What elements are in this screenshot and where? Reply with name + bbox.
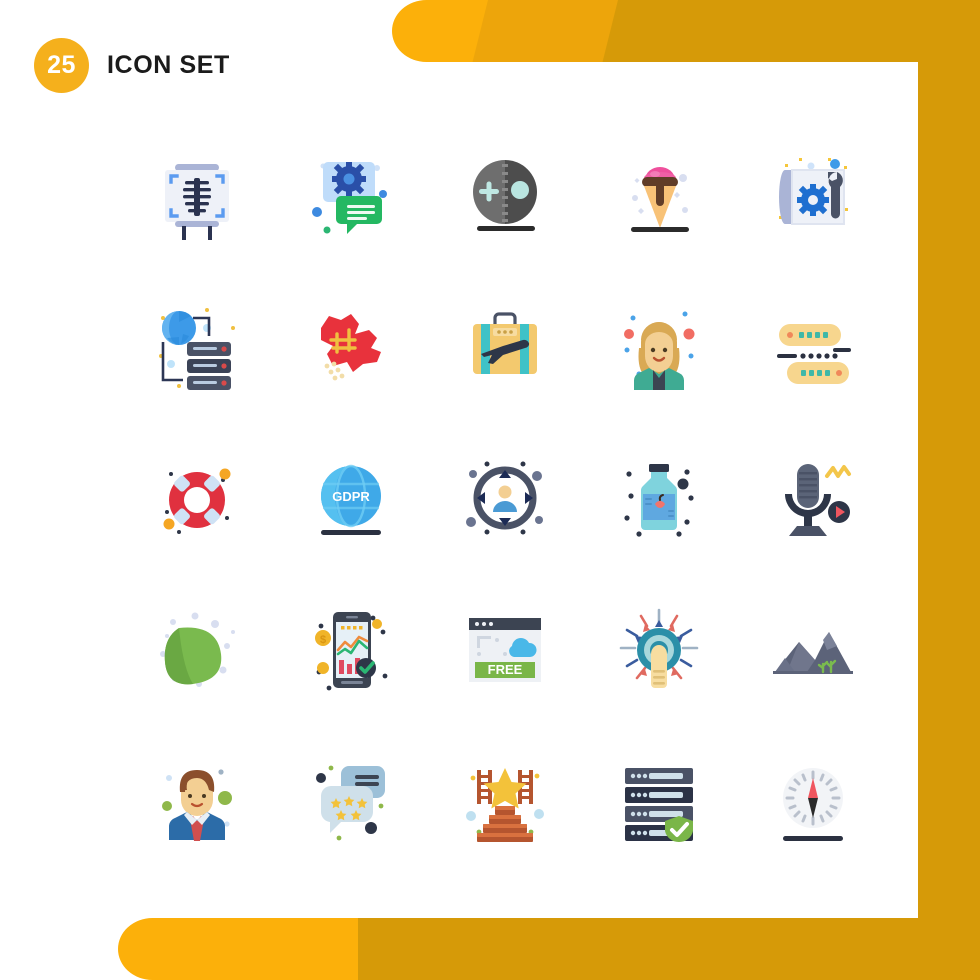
icon-count-badge: 25 bbox=[34, 38, 89, 93]
success-stairs-star-icon[interactable] bbox=[428, 726, 582, 878]
podcast-microphone-icon[interactable] bbox=[736, 422, 890, 574]
secure-server-shield-icon[interactable] bbox=[582, 726, 736, 878]
icon-grid: GDPR $ FREE bbox=[120, 118, 890, 878]
chat-gear-settings-icon[interactable] bbox=[274, 118, 428, 270]
woman-avatar-icon[interactable] bbox=[582, 270, 736, 422]
icon-set-poster: 25 ICON SET GDPR $ FREE bbox=[0, 0, 980, 980]
bottom-banner-dark bbox=[300, 918, 980, 980]
ice-cream-cone-icon[interactable] bbox=[582, 118, 736, 270]
businessman-avatar-icon[interactable] bbox=[120, 726, 274, 878]
canada-map-icon[interactable] bbox=[274, 270, 428, 422]
page-title: ICON SET bbox=[107, 51, 230, 79]
green-leaf-icon[interactable] bbox=[120, 574, 274, 726]
mobile-analytics-icon[interactable]: $ bbox=[274, 574, 428, 726]
server-chat-bubbles-icon[interactable] bbox=[736, 270, 890, 422]
poster-header: 25 ICON SET bbox=[34, 38, 230, 93]
xray-scan-board-icon[interactable] bbox=[120, 118, 274, 270]
bottom-banner-bright bbox=[118, 918, 358, 980]
travel-suitcase-plane-icon[interactable] bbox=[428, 270, 582, 422]
svg-text:$: $ bbox=[320, 634, 326, 646]
blueprint-gear-wrench-icon[interactable] bbox=[736, 118, 890, 270]
apple-juice-bottle-icon[interactable] bbox=[582, 422, 736, 574]
lifebuoy-support-icon[interactable] bbox=[120, 422, 274, 574]
compass-icon[interactable] bbox=[736, 726, 890, 878]
rating-feedback-chat-icon[interactable] bbox=[274, 726, 428, 878]
mountain-landscape-icon[interactable] bbox=[736, 574, 890, 726]
free-browser-window-icon[interactable]: FREE bbox=[428, 574, 582, 726]
free-label: FREE bbox=[488, 662, 523, 677]
global-server-network-icon[interactable] bbox=[120, 270, 274, 422]
zoom-in-sphere-icon[interactable] bbox=[428, 118, 582, 270]
touch-target-finger-icon[interactable] bbox=[582, 574, 736, 726]
user-targeting-icon[interactable] bbox=[428, 422, 582, 574]
right-edge-band bbox=[918, 0, 980, 980]
gdpr-globe-icon[interactable]: GDPR bbox=[274, 422, 428, 574]
gdpr-label: GDPR bbox=[332, 489, 370, 504]
